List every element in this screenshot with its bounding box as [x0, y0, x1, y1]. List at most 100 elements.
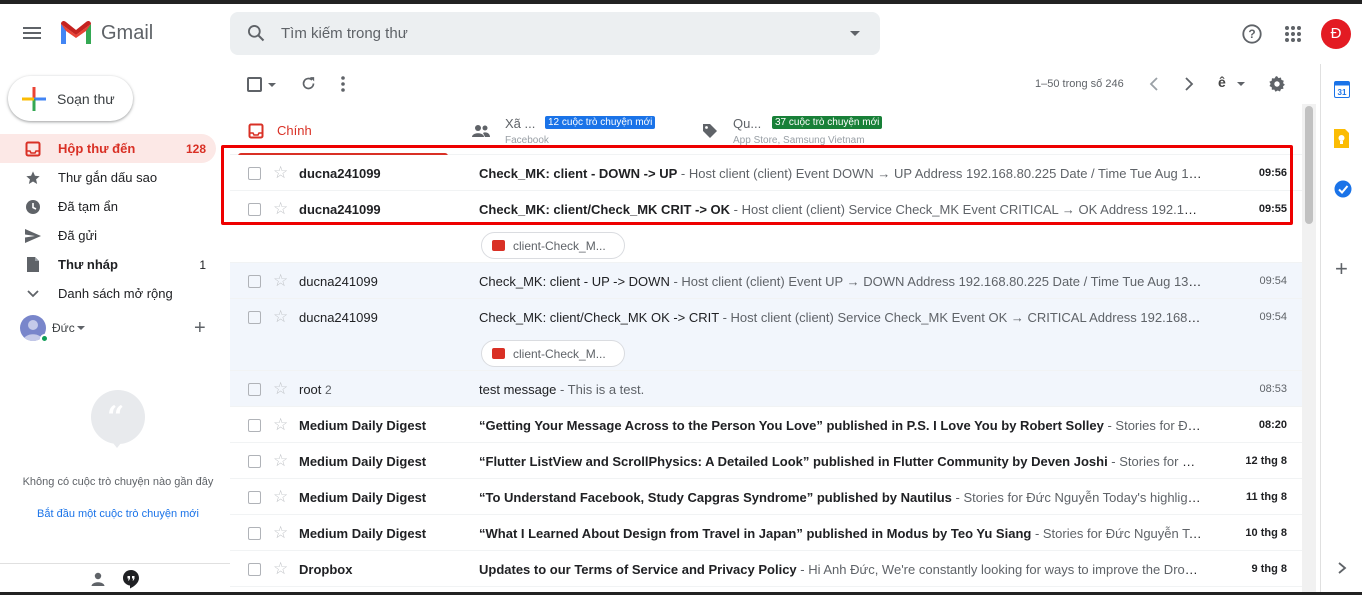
- main-menu-icon[interactable]: [20, 24, 44, 44]
- email-row[interactable]: ☆ Medium Daily Digest “What I Learned Ab…: [230, 515, 1302, 551]
- email-content: Check_MK: client - DOWN -> UP - Host cli…: [479, 166, 1202, 181]
- email-row[interactable]: ☆ Medium Daily Digest “To Understand Fac…: [230, 479, 1302, 515]
- tab-social[interactable]: Xã ... 12 cuộc trò chuyện mới Facebook: [470, 105, 696, 155]
- star-icon[interactable]: ☆: [273, 560, 288, 577]
- attachment-chip[interactable]: client-Check_M...: [481, 232, 625, 259]
- row-checkbox[interactable]: [248, 383, 261, 396]
- email-date: 08:53: [1259, 383, 1287, 395]
- star-icon[interactable]: ☆: [273, 416, 288, 433]
- row-checkbox[interactable]: [248, 311, 261, 324]
- image-icon: [492, 240, 505, 251]
- add-icon[interactable]: +: [1335, 258, 1348, 280]
- apps-grid-icon[interactable]: [1284, 25, 1302, 43]
- email-snippet: - Stories for Đức Ngu...: [1111, 454, 1202, 469]
- email-content: test message - This is a test.: [479, 382, 1202, 397]
- input-tools-button[interactable]: ê: [1218, 74, 1226, 90]
- email-content: Check_MK: client/Check_MK OK -> CRIT - H…: [479, 310, 1202, 325]
- settings-gear-icon[interactable]: [1268, 75, 1286, 93]
- star-icon[interactable]: ☆: [273, 488, 288, 505]
- sidebar-item-starred[interactable]: Thư gắn dấu sao: [0, 163, 216, 192]
- gmail-logo[interactable]: Gmail: [59, 20, 153, 46]
- row-checkbox[interactable]: [248, 455, 261, 468]
- email-date: 9 thg 8: [1251, 563, 1287, 575]
- email-date: 10 thg 8: [1245, 527, 1287, 539]
- sidebar-item-label: Thư nháp: [58, 257, 118, 272]
- star-icon[interactable]: ☆: [273, 308, 288, 325]
- email-row[interactable]: ☆ ducna241099 Check_MK: client - DOWN ->…: [230, 155, 1302, 191]
- star-icon[interactable]: ☆: [273, 200, 288, 217]
- sidebar-item-more[interactable]: Danh sách mở rộng: [0, 279, 216, 308]
- email-sender: Medium Daily Digest: [299, 490, 427, 505]
- search-bar[interactable]: Tìm kiếm trong thư: [230, 12, 880, 55]
- email-row[interactable]: ☆ Dropbox Updates to our Terms of Servic…: [230, 551, 1302, 587]
- email-date: 09:55: [1258, 203, 1287, 215]
- calendar-day: 31: [1338, 88, 1347, 97]
- row-checkbox[interactable]: [248, 419, 261, 432]
- start-chat-link[interactable]: Bắt đầu một cuộc trò chuyện mới: [20, 508, 216, 520]
- scroll-thumb[interactable]: [1305, 106, 1313, 224]
- tasks-icon[interactable]: [1334, 180, 1352, 198]
- caret-down-icon[interactable]: [77, 326, 85, 330]
- row-checkbox[interactable]: [248, 203, 261, 216]
- vertical-scrollbar[interactable]: [1302, 104, 1316, 595]
- star-icon[interactable]: ☆: [273, 380, 288, 397]
- chevron-right-icon[interactable]: [1183, 76, 1195, 92]
- tab-promotions[interactable]: Qu... 37 cuộc trò chuyện mới App Store, …: [700, 105, 930, 155]
- sidebar-item-drafts[interactable]: Thư nháp 1: [0, 250, 216, 279]
- email-snippet: - Stories for Đức Nguyễn Today's highlig…: [955, 490, 1203, 505]
- row-checkbox[interactable]: [248, 491, 261, 504]
- sidebar-item-snoozed[interactable]: Đã tạm ẩn: [0, 192, 216, 221]
- add-chat-icon[interactable]: +: [194, 317, 206, 340]
- star-icon[interactable]: ☆: [273, 524, 288, 541]
- side-panel: 31 +: [1320, 64, 1362, 595]
- email-snippet: - Host client (client) Service Check_MK …: [730, 202, 1202, 217]
- sidebar-item-label: Đã tạm ẩn: [58, 199, 118, 214]
- row-checkbox[interactable]: [248, 527, 261, 540]
- row-checkbox[interactable]: [248, 563, 261, 576]
- search-input[interactable]: Tìm kiếm trong thư: [281, 25, 408, 42]
- email-sender: ducna241099: [299, 202, 381, 217]
- search-options-icon[interactable]: [850, 31, 860, 36]
- attachment-chip[interactable]: client-Check_M...: [481, 340, 625, 367]
- more-vert-icon[interactable]: [340, 75, 346, 93]
- account-avatar[interactable]: Đ: [1321, 19, 1351, 49]
- refresh-icon[interactable]: [300, 75, 317, 92]
- email-sender: Medium Daily Digest: [299, 418, 427, 433]
- email-row[interactable]: ☆ ducna241099 Check_MK: client/Check_MK …: [230, 191, 1302, 263]
- keep-icon[interactable]: [1334, 129, 1349, 148]
- email-row[interactable]: ☆ root 2 test message - This is a test. …: [230, 371, 1302, 407]
- email-row[interactable]: ☆ Medium Daily Digest “Flutter ListView …: [230, 443, 1302, 479]
- hangouts-chat-icon[interactable]: [122, 569, 140, 589]
- search-icon[interactable]: [246, 23, 266, 43]
- star-icon[interactable]: ☆: [273, 164, 288, 181]
- sidebar-item-inbox[interactable]: Hộp thư đến 128: [0, 134, 216, 163]
- email-row[interactable]: ☆ Medium Daily Digest “Getting Your Mess…: [230, 407, 1302, 443]
- star-icon[interactable]: ☆: [273, 272, 288, 289]
- chevron-left-icon[interactable]: [1148, 76, 1160, 92]
- tab-label: Qu...: [733, 116, 762, 131]
- expand-icon[interactable]: [1337, 561, 1347, 575]
- person-icon[interactable]: [90, 571, 106, 587]
- tab-primary[interactable]: Chính: [238, 105, 448, 156]
- row-checkbox[interactable]: [248, 167, 261, 180]
- select-all-checkbox[interactable]: [247, 77, 262, 92]
- hangouts-user-name: Đức: [52, 321, 75, 335]
- sidebar-item-label: Thư gắn dấu sao: [58, 170, 158, 185]
- input-tools-caret-icon[interactable]: [1237, 82, 1245, 86]
- row-checkbox[interactable]: [248, 275, 261, 288]
- clock-icon: [24, 198, 42, 216]
- sidebar-item-sent[interactable]: Đã gửi: [0, 221, 216, 250]
- compose-button[interactable]: Soạn thư: [8, 76, 133, 121]
- email-sender: ducna241099: [299, 274, 378, 289]
- attachment-name: client-Check_M...: [513, 347, 606, 361]
- email-row[interactable]: ☆ ducna241099 Check_MK: client - UP -> D…: [230, 263, 1302, 299]
- compose-label: Soạn thư: [57, 91, 115, 107]
- tab-label: Xã ...: [505, 116, 536, 131]
- help-icon[interactable]: ?: [1241, 23, 1263, 45]
- hangouts-user[interactable]: Đức +: [20, 315, 220, 343]
- select-options-icon[interactable]: [268, 83, 276, 87]
- hangouts-icon: “: [91, 390, 145, 448]
- star-icon[interactable]: ☆: [273, 452, 288, 469]
- email-row[interactable]: ☆ ducna241099 Check_MK: client/Check_MK …: [230, 299, 1302, 371]
- calendar-icon[interactable]: 31: [1334, 80, 1350, 98]
